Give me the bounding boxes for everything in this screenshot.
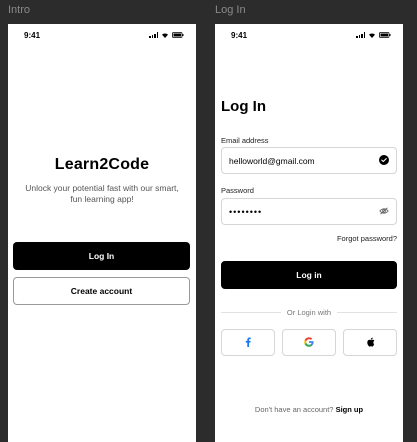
email-value: helloworld@gmail.com (229, 155, 315, 166)
password-value: •••••••• (229, 206, 263, 217)
password-label: Password (221, 186, 254, 195)
password-field[interactable]: •••••••• (221, 198, 397, 225)
login-heading: Log In (221, 98, 266, 115)
status-time: 9:41 (24, 31, 41, 40)
create-account-button[interactable]: Create account (13, 277, 190, 305)
social-divider: Or Login with (221, 308, 397, 317)
status-time: 9:41 (231, 31, 248, 40)
facebook-icon (245, 334, 251, 352)
apple-login-button[interactable] (343, 329, 397, 356)
battery-icon (172, 32, 184, 38)
app-subtitle: Unlock your potential fast with our smar… (25, 183, 179, 204)
email-label: Email address (221, 136, 269, 145)
frame-label-login: Log In (215, 4, 246, 16)
signup-prompt-row: Don't have an account? Sign up (215, 405, 403, 414)
email-field[interactable]: helloworld@gmail.com (221, 147, 397, 174)
login-screen: 9:41 Log In Email address helloworld@gma… (215, 24, 403, 442)
signup-link[interactable]: Sign up (336, 405, 364, 414)
facebook-login-button[interactable] (221, 329, 275, 356)
wifi-icon (368, 32, 376, 38)
login-submit-button[interactable]: Log in (221, 261, 397, 289)
forgot-password-link[interactable]: Forgot password? (337, 234, 397, 243)
signal-icon (356, 32, 365, 38)
google-login-button[interactable] (282, 329, 336, 356)
intro-screen: 9:41 Learn2Code Unlock your potential fa… (8, 24, 196, 442)
google-icon (304, 334, 314, 352)
app-title: Learn2Code (54, 156, 150, 173)
check-circle-icon (379, 154, 389, 167)
wifi-icon (161, 32, 169, 38)
status-bar: 9:41 (8, 31, 196, 41)
divider-text: Or Login with (286, 308, 332, 317)
apple-icon (366, 334, 375, 352)
signal-icon (149, 32, 158, 38)
frame-label-intro: Intro (8, 4, 31, 16)
status-bar: 9:41 (215, 31, 403, 41)
intro-login-button[interactable]: Log In (13, 242, 190, 270)
eye-off-icon[interactable] (379, 207, 389, 217)
signup-prompt: Don't have an account? (254, 405, 334, 414)
battery-icon (379, 32, 391, 38)
